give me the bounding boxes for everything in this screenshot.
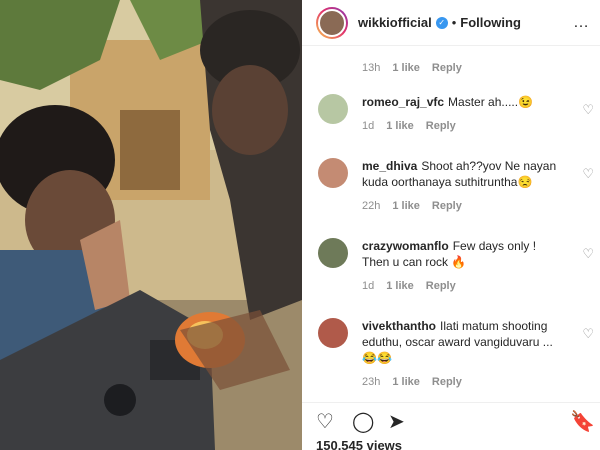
comment-likes[interactable]: 1 like xyxy=(392,62,420,74)
comment-likes[interactable]: 1 like xyxy=(392,200,420,212)
comment-meta: 13h 1 like Reply xyxy=(362,62,462,74)
comment-time: 22h xyxy=(362,200,381,212)
comment-item: romeo_raj_vfc Master ah.....😉 1d 1 like R… xyxy=(318,94,594,132)
avatar[interactable] xyxy=(318,318,348,348)
save-bookmark-icon[interactable]: 🔖 xyxy=(570,409,595,434)
like-comment-heart-icon[interactable]: ♡ xyxy=(582,326,594,342)
comment-username[interactable]: me_dhiva xyxy=(362,159,417,173)
separator-dot: • xyxy=(451,15,457,30)
comment-item: vivekthantho Ilati matum shooting eduthu,… xyxy=(318,318,594,388)
avatar[interactable] xyxy=(318,94,348,124)
comment-meta: 1d 1 like Reply xyxy=(362,280,588,292)
comment-time: 23h xyxy=(362,376,381,388)
like-comment-heart-icon[interactable]: ♡ xyxy=(582,166,594,182)
comments-panel: wikkiofficial ✓ • Following … 13h 1 like… xyxy=(302,0,600,450)
comment-username[interactable]: romeo_raj_vfc xyxy=(362,95,444,109)
comments-list[interactable]: 13h 1 like Reply romeo_raj_vfc Master ah.… xyxy=(302,46,600,402)
comment-username[interactable]: vivekthantho xyxy=(362,319,436,333)
like-comment-heart-icon[interactable]: ♡ xyxy=(582,246,594,262)
post-actions-bar: ♡ ◯ ➤ 🔖 xyxy=(302,402,600,438)
comment-item: crazywomanflo Few days only ! Then u can … xyxy=(318,238,594,292)
comment-item: me_dhiva Shoot ah??yov Ne nayan kuda oort… xyxy=(318,158,594,212)
comment-text: Master ah.....😉 xyxy=(448,95,534,109)
comment-meta: 23h 1 like Reply xyxy=(362,376,588,388)
reply-button[interactable]: Reply xyxy=(432,62,462,74)
reply-button[interactable]: Reply xyxy=(426,120,456,132)
comment-likes[interactable]: 1 like xyxy=(386,280,414,292)
comment-meta: 22h 1 like Reply xyxy=(362,200,588,212)
post-header: wikkiofficial ✓ • Following … xyxy=(302,0,600,46)
comment-likes[interactable]: 1 like xyxy=(392,376,420,388)
reply-button[interactable]: Reply xyxy=(432,200,462,212)
reply-button[interactable]: Reply xyxy=(426,280,456,292)
verified-badge-icon: ✓ xyxy=(435,16,448,29)
comment-time: 13h xyxy=(362,62,381,74)
following-button[interactable]: Following xyxy=(460,15,521,30)
reply-button[interactable]: Reply xyxy=(432,376,462,388)
username[interactable]: wikkiofficial xyxy=(358,15,432,30)
comment-meta: 1d 1 like Reply xyxy=(362,120,588,132)
comment-username[interactable]: crazywomanflo xyxy=(362,239,449,253)
comment-bubble-icon[interactable]: ◯ xyxy=(352,409,374,434)
comment-time: 1d xyxy=(362,280,375,292)
like-heart-icon[interactable]: ♡ xyxy=(316,409,334,434)
share-icon[interactable]: ➤ xyxy=(388,409,405,434)
avatar[interactable] xyxy=(318,238,348,268)
comment-time: 1d xyxy=(362,120,375,132)
view-count: 150,545 views xyxy=(316,438,403,450)
more-options-icon[interactable]: … xyxy=(573,14,590,32)
like-comment-heart-icon[interactable]: ♡ xyxy=(582,102,594,118)
post-video-frame xyxy=(0,0,302,450)
avatar[interactable] xyxy=(316,6,348,39)
comment-likes[interactable]: 1 like xyxy=(386,120,414,132)
post-media[interactable] xyxy=(0,0,302,450)
avatar[interactable] xyxy=(318,158,348,188)
